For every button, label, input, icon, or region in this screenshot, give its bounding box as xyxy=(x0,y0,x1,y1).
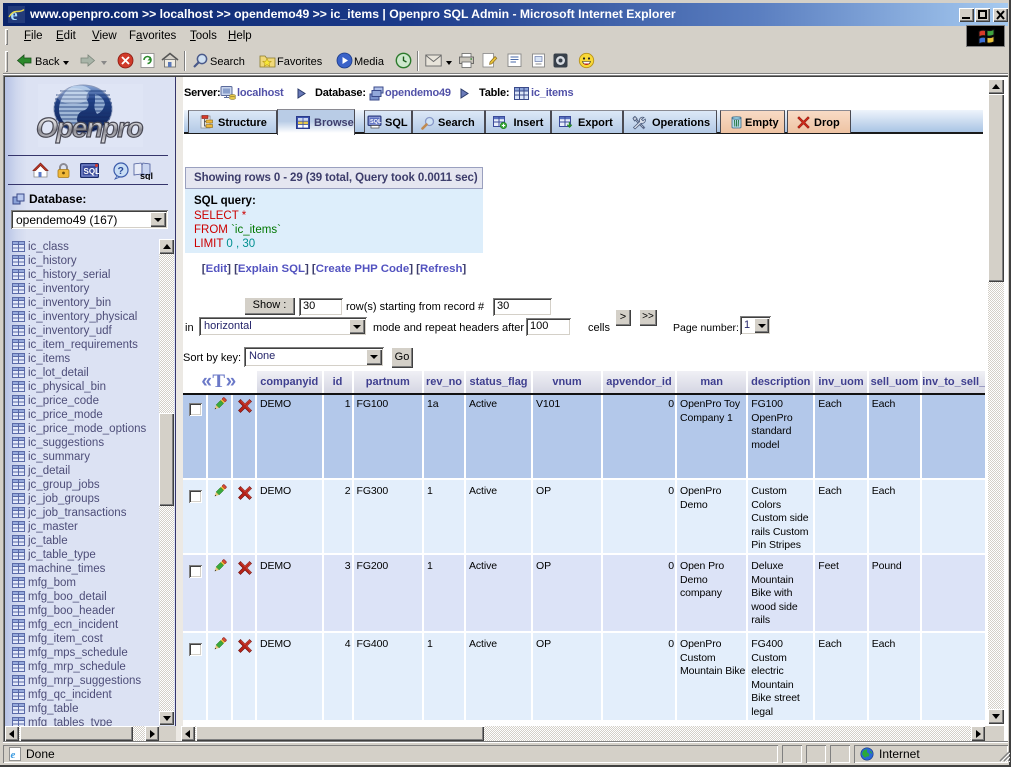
svg-text:e: e xyxy=(11,7,18,23)
svg-text:e: e xyxy=(11,749,16,761)
svg-text:SQL: SQL xyxy=(370,119,382,125)
svg-text:Openpro: Openpro xyxy=(36,112,144,143)
svg-text:sql: sql xyxy=(140,171,153,180)
svg-text:?: ? xyxy=(118,165,124,177)
svg-text:SQL: SQL xyxy=(84,167,100,176)
